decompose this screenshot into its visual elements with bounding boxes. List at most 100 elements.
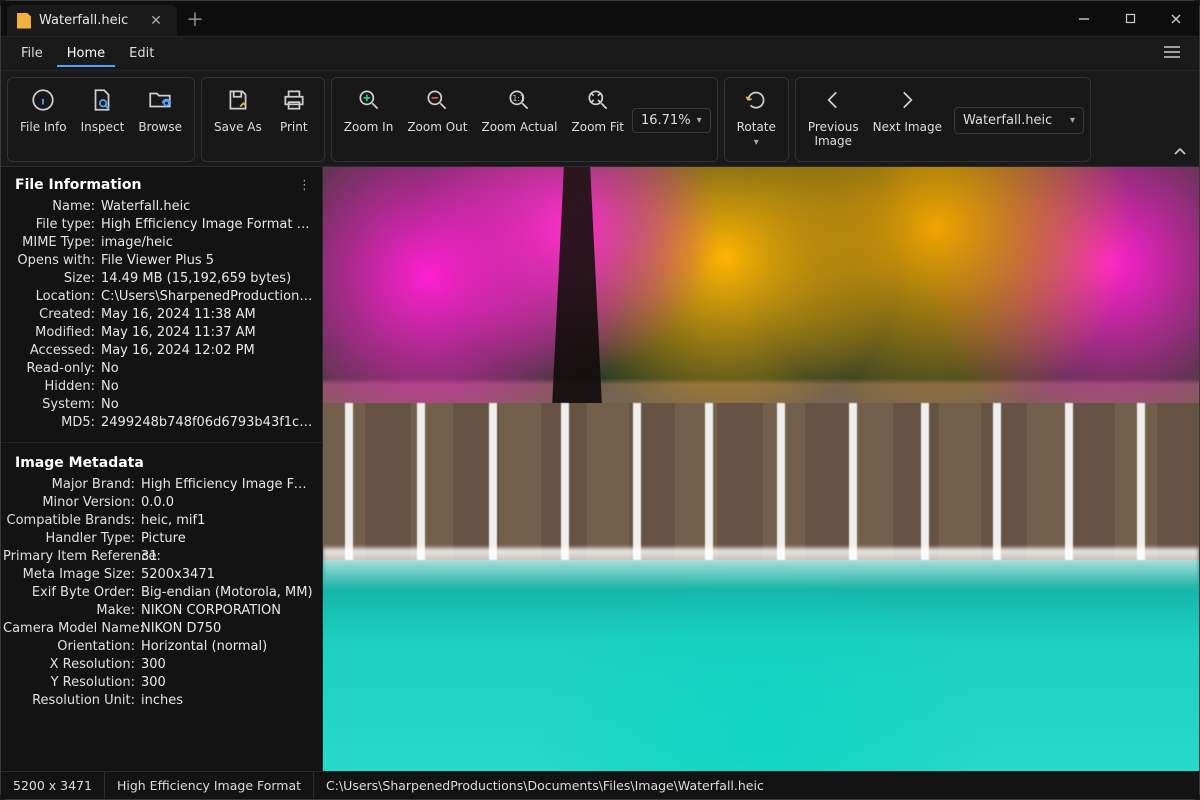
file-information-title: File Information: [15, 177, 141, 193]
tab-close-icon[interactable]: ✕: [147, 12, 165, 30]
file-selector-dropdown[interactable]: Waterfall.heic ▾: [954, 107, 1084, 134]
print-label: Print: [280, 120, 308, 134]
zoom-in-button[interactable]: Zoom In: [338, 82, 400, 134]
info-value: Waterfall.heic: [101, 199, 314, 214]
window-tab[interactable]: Waterfall.heic ✕: [7, 5, 177, 36]
rotate-icon: [742, 86, 770, 114]
info-value: May 16, 2024 11:37 AM: [101, 325, 314, 340]
window-maximize-button[interactable]: [1107, 1, 1153, 36]
menu-edit[interactable]: Edit: [119, 40, 164, 67]
info-label: Resolution Unit:: [3, 693, 135, 708]
window-minimize-button[interactable]: [1061, 1, 1107, 36]
info-value: High Efficiency Image Format …: [141, 477, 314, 492]
ribbon-group-zoom: Zoom In Zoom Out 1:1 Zoom Actual Zoom Fi…: [331, 77, 718, 162]
print-button[interactable]: Print: [270, 82, 318, 134]
file-icon: [17, 13, 31, 29]
inspect-button[interactable]: Inspect: [75, 82, 131, 134]
status-path: C:\Users\SharpenedProductions\Documents\…: [314, 772, 776, 799]
collapse-ribbon-button[interactable]: [1167, 140, 1193, 162]
zoom-in-label: Zoom In: [344, 120, 394, 134]
zoom-actual-button[interactable]: 1:1 Zoom Actual: [475, 82, 563, 134]
image-content: [323, 167, 1199, 771]
info-value: No: [101, 397, 314, 412]
info-value: NIKON CORPORATION: [141, 603, 314, 618]
next-image-button[interactable]: Next Image: [867, 82, 948, 134]
zoom-percent-dropdown[interactable]: 16.71% ▾: [632, 108, 711, 133]
status-bar: 5200 x 3471 High Efficiency Image Format…: [1, 771, 1199, 799]
hamburger-icon: [1163, 45, 1181, 59]
file-information-grid: Name:Waterfall.heicFile type:High Effici…: [1, 197, 322, 436]
ribbon-group-save: Save As Print: [201, 77, 325, 162]
chevron-down-icon: ▾: [697, 115, 702, 126]
info-label: Minor Version:: [3, 495, 135, 510]
window-close-button[interactable]: [1153, 1, 1199, 36]
chevron-left-icon: [819, 86, 847, 114]
previous-image-button[interactable]: Previous Image: [802, 82, 865, 148]
close-icon: [1170, 13, 1182, 25]
ribbon-group-rotate: Rotate▾: [724, 77, 789, 162]
new-tab-button[interactable]: ＋: [177, 1, 213, 36]
zoom-percent-value: 16.71%: [641, 113, 691, 128]
info-value: NIKON D750: [141, 621, 314, 636]
zoom-actual-icon: 1:1: [505, 86, 533, 114]
info-value: heic, mif1: [141, 513, 314, 528]
save-as-button[interactable]: Save As: [208, 82, 268, 134]
info-label: Orientation:: [3, 639, 135, 654]
browse-label: Browse: [138, 120, 182, 134]
info-value: No: [101, 379, 314, 394]
image-metadata-title: Image Metadata: [1, 449, 322, 475]
rotate-button[interactable]: Rotate▾: [731, 82, 782, 150]
info-label: Name:: [3, 199, 95, 214]
menu-file[interactable]: File: [11, 40, 53, 67]
file-info-button[interactable]: File Info: [14, 82, 73, 134]
info-label: Primary Item Reference:: [3, 549, 135, 564]
rotate-label: Rotate▾: [737, 120, 776, 150]
info-value: May 16, 2024 12:02 PM: [101, 343, 314, 358]
browse-icon: [146, 86, 174, 114]
info-label: Meta Image Size:: [3, 567, 135, 582]
file-info-label: File Info: [20, 120, 67, 134]
info-value: 5200x3471: [141, 567, 314, 582]
info-label: Exif Byte Order:: [3, 585, 135, 600]
zoom-fit-icon: [584, 86, 612, 114]
image-metadata-grid: Major Brand: High Efficiency Image Format…: [1, 475, 322, 714]
info-label: Major Brand:: [3, 477, 135, 492]
chevron-down-icon: ▾: [1070, 115, 1075, 126]
info-panel: File Information ⋮ Name: Waterfall.heic Fi…: [1, 167, 323, 771]
content-area: File Information ⋮ Name: Waterfall.heic Fi…: [1, 167, 1199, 771]
info-label: Modified:: [3, 325, 95, 340]
zoom-actual-label: Zoom Actual: [481, 120, 557, 134]
tab-title: Waterfall.heic: [39, 13, 128, 28]
info-value: 0.0.0: [141, 495, 314, 510]
info-label: Opens with:: [3, 253, 95, 268]
inspect-icon: [88, 86, 116, 114]
chevron-right-icon: [893, 86, 921, 114]
zoom-in-icon: [355, 86, 383, 114]
image-viewport[interactable]: [323, 167, 1199, 771]
zoom-out-button[interactable]: Zoom Out: [401, 82, 473, 134]
chevron-up-icon: [1173, 146, 1187, 156]
image-metadata-section: Image Metadata Major Brand: High Efficien…: [1, 442, 322, 720]
info-value: 300: [141, 657, 314, 672]
info-label: Y Resolution:: [3, 675, 135, 690]
print-icon: [280, 86, 308, 114]
zoom-fit-button[interactable]: Zoom Fit: [566, 82, 630, 134]
browse-button[interactable]: Browse: [132, 82, 188, 134]
zoom-out-label: Zoom Out: [407, 120, 467, 134]
inspect-label: Inspect: [81, 120, 125, 134]
info-value: Horizontal (normal): [141, 639, 314, 654]
ribbon-group-nav: Previous Image Next Image Waterfall.heic…: [795, 77, 1091, 162]
panel-options-button[interactable]: ⋮: [298, 178, 312, 193]
svg-text:1:1: 1:1: [513, 94, 525, 103]
menu-hamburger-button[interactable]: [1155, 44, 1189, 63]
info-value: No: [101, 361, 314, 376]
info-label: MIME Type:: [3, 235, 95, 250]
info-label: File type:: [3, 217, 95, 232]
info-value: C:\Users\SharpenedProductions\Docu…: [101, 289, 314, 304]
file-information-section: File Information ⋮ Name: Waterfall.heic Fi…: [1, 167, 322, 442]
menu-home[interactable]: Home: [57, 40, 115, 67]
info-value: image/heic: [101, 235, 314, 250]
info-label: X Resolution:: [3, 657, 135, 672]
next-image-label: Next Image: [873, 120, 942, 134]
info-icon: [29, 86, 57, 114]
